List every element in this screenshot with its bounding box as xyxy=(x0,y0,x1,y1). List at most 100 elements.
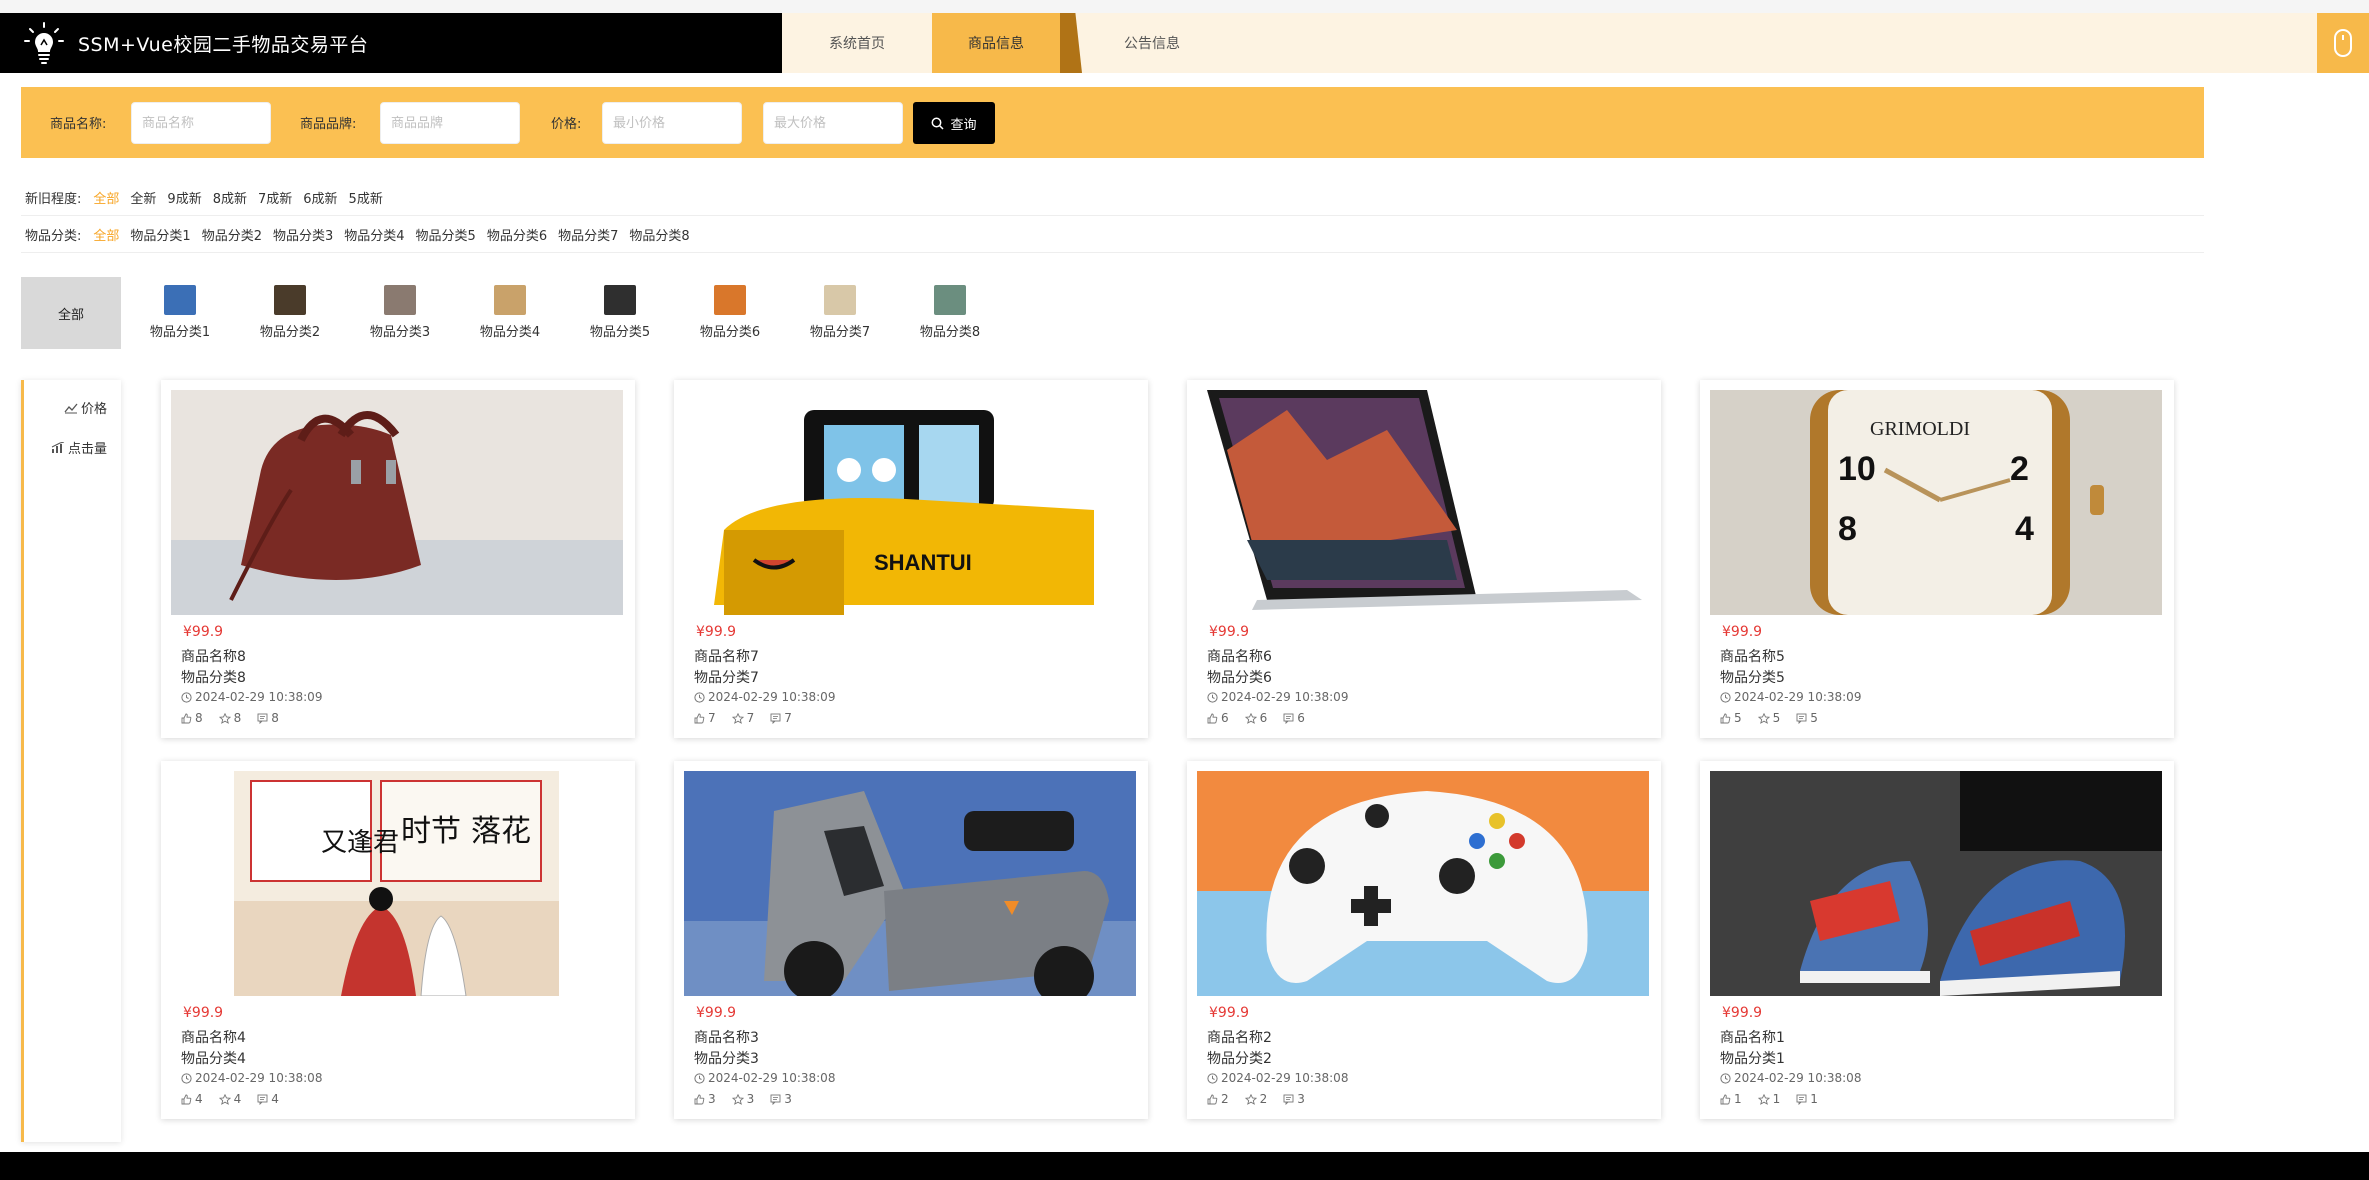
category-option[interactable]: 物品分类5 xyxy=(416,225,476,244)
category-thumbnail xyxy=(824,285,856,315)
category-tile[interactable]: 物品分类4 xyxy=(460,285,560,345)
clock-icon xyxy=(1207,1072,1218,1084)
comment-stat: 6 xyxy=(1283,711,1305,725)
max-price-input[interactable] xyxy=(763,102,903,144)
condition-option[interactable]: 9成新 xyxy=(167,188,201,207)
product-card[interactable]: ¥99.9 商品名称6 物品分类6 2024-02-29 10:38:09 6 xyxy=(1187,380,1661,738)
category-thumbnail xyxy=(274,285,306,315)
product-card[interactable]: ¥99.9 商品名称3 物品分类3 2024-02-29 10:38:08 3 xyxy=(674,761,1148,1119)
product-stats: 5 5 5 xyxy=(1720,711,1834,725)
condition-option[interactable]: 6成新 xyxy=(303,188,337,207)
product-time: 2024-02-29 10:38:08 xyxy=(1207,1071,1348,1085)
product-image[interactable] xyxy=(684,771,1136,996)
category-tile[interactable]: 物品分类7 xyxy=(790,285,890,345)
product-brand-input[interactable] xyxy=(380,102,520,144)
product-image[interactable] xyxy=(1710,771,2162,996)
category-tile-label: 物品分类2 xyxy=(259,325,321,340)
sort-by-price[interactable]: 价格 xyxy=(64,398,107,417)
category-option[interactable]: 物品分类8 xyxy=(629,225,689,244)
nav-announcements[interactable]: 公告信息 xyxy=(1082,13,1222,73)
like-count: 8 xyxy=(195,711,203,725)
thumbs-up-icon xyxy=(694,713,705,723)
category-option[interactable]: 物品分类4 xyxy=(344,225,404,244)
clock-icon xyxy=(1720,1072,1731,1084)
svg-text:落花: 落花 xyxy=(471,814,531,849)
product-card[interactable]: GRIMOLDI 10 2 8 4 ¥99.9 商品名称5 物品分类5 2024… xyxy=(1700,380,2174,738)
condition-option[interactable]: 全新 xyxy=(130,188,156,207)
category-thumbnail xyxy=(714,285,746,315)
like-count: 3 xyxy=(708,1092,716,1106)
product-price: ¥99.9 xyxy=(1722,624,1763,640)
product-card[interactable]: ¥99.9 商品名称8 物品分类8 2024-02-29 10:38:09 8 xyxy=(161,380,635,738)
svg-text:GRIMOLDI: GRIMOLDI xyxy=(1870,418,1970,440)
footer xyxy=(0,1152,2369,1180)
svg-text:2: 2 xyxy=(2010,450,2029,488)
comment-icon xyxy=(1796,1094,1807,1105)
condition-option[interactable]: 5成新 xyxy=(349,188,383,207)
category-tile-label: 物品分类5 xyxy=(589,325,651,340)
star-icon xyxy=(218,712,231,724)
like-stat: 7 xyxy=(694,711,716,725)
product-stats: 1 1 1 xyxy=(1720,1092,1834,1106)
category-tile[interactable]: 物品分类8 xyxy=(900,285,1000,345)
search-button[interactable]: 查询 xyxy=(913,102,995,144)
product-card[interactable]: ¥99.9 商品名称2 物品分类2 2024-02-29 10:38:08 2 xyxy=(1187,761,1661,1119)
category-option[interactable]: 物品分类2 xyxy=(202,225,262,244)
clock-icon xyxy=(181,1072,192,1084)
favorite-stat: 4 xyxy=(218,1092,242,1106)
like-count: 4 xyxy=(195,1092,203,1106)
condition-option[interactable]: 全部 xyxy=(93,188,119,207)
price-label: 价格: xyxy=(551,117,582,132)
favorite-stat: 8 xyxy=(218,711,241,725)
user-menu-button[interactable] xyxy=(2317,13,2369,73)
nav-products[interactable]: 商品信息 xyxy=(932,13,1060,73)
product-name: 商品名称6 xyxy=(1207,649,1272,665)
category-tile[interactable]: 物品分类1 xyxy=(130,285,230,345)
product-image[interactable] xyxy=(1197,771,1649,996)
comment-stat: 3 xyxy=(770,1092,792,1106)
product-image[interactable]: 时节 落花 又逢君 xyxy=(171,771,623,996)
category-option[interactable]: 物品分类7 xyxy=(558,225,618,244)
condition-option[interactable]: 8成新 xyxy=(213,188,247,207)
category-tile[interactable]: 物品分类2 xyxy=(240,285,340,345)
comment-stat: 7 xyxy=(770,711,792,725)
product-time: 2024-02-29 10:38:08 xyxy=(181,1071,322,1085)
product-category: 物品分类3 xyxy=(694,1051,759,1067)
favorite-count: 2 xyxy=(1259,1092,1268,1106)
sort-by-clicks[interactable]: 点击量 xyxy=(51,438,107,457)
comment-icon xyxy=(770,1094,781,1105)
product-name-input[interactable] xyxy=(131,102,271,144)
favorite-count: 4 xyxy=(233,1092,242,1106)
bar-chart-icon xyxy=(51,441,65,453)
category-option[interactable]: 物品分类1 xyxy=(130,225,190,244)
category-tile-all[interactable]: 全部 xyxy=(21,277,121,349)
like-stat: 4 xyxy=(181,1092,203,1106)
condition-option[interactable]: 7成新 xyxy=(258,188,292,207)
product-image[interactable] xyxy=(171,390,623,615)
svg-text:10: 10 xyxy=(1838,450,1876,488)
brand[interactable]: SSM+Vue校园二手物品交易平台 xyxy=(0,13,782,73)
thumbs-up-icon xyxy=(181,1094,192,1104)
category-option[interactable]: 物品分类3 xyxy=(273,225,333,244)
product-card[interactable]: SHANTUI ¥99.9 商品名称7 物品分类7 2024-02-29 10:… xyxy=(674,380,1148,738)
category-option[interactable]: 全部 xyxy=(93,225,119,244)
category-tile[interactable]: 物品分类6 xyxy=(680,285,780,345)
comment-count: 5 xyxy=(1810,711,1818,725)
product-image[interactable]: GRIMOLDI 10 2 8 4 xyxy=(1710,390,2162,615)
category-tile[interactable]: 物品分类5 xyxy=(570,285,670,345)
like-count: 1 xyxy=(1734,1092,1742,1106)
product-card[interactable]: ¥99.9 商品名称1 物品分类1 2024-02-29 10:38:08 1 xyxy=(1700,761,2174,1119)
product-stats: 7 7 7 xyxy=(694,711,808,725)
product-category: 物品分类6 xyxy=(1207,670,1272,686)
product-image[interactable]: SHANTUI xyxy=(684,390,1136,615)
sort-price-label: 价格 xyxy=(80,402,107,417)
category-option[interactable]: 物品分类6 xyxy=(487,225,547,244)
category-filter: 物品分类: 全部 物品分类1 物品分类2 物品分类3 物品分类4 物品分类5 物… xyxy=(21,217,2204,253)
nav-home[interactable]: 系统首页 xyxy=(782,13,932,73)
category-tile[interactable]: 物品分类3 xyxy=(350,285,450,345)
product-card[interactable]: 时节 落花 又逢君 ¥99.9 商品名称4 物品分类4 2024-02-29 1… xyxy=(161,761,635,1119)
sort-sidebar: 价格 点击量 xyxy=(21,380,121,1142)
comment-stat: 1 xyxy=(1796,1092,1818,1106)
product-image[interactable] xyxy=(1197,390,1649,615)
min-price-input[interactable] xyxy=(602,102,742,144)
